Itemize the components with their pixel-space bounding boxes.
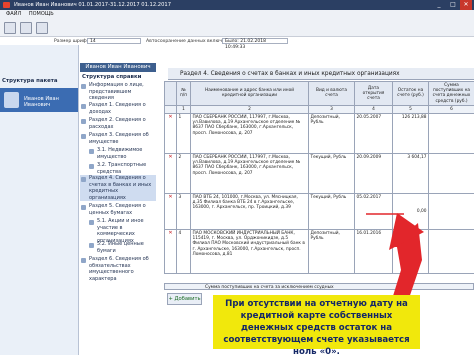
callout-note: При отсутствии на отчетную дату на креди… (213, 295, 420, 349)
callout-text: При отсутствии на отчетную дату на креди… (213, 298, 420, 358)
